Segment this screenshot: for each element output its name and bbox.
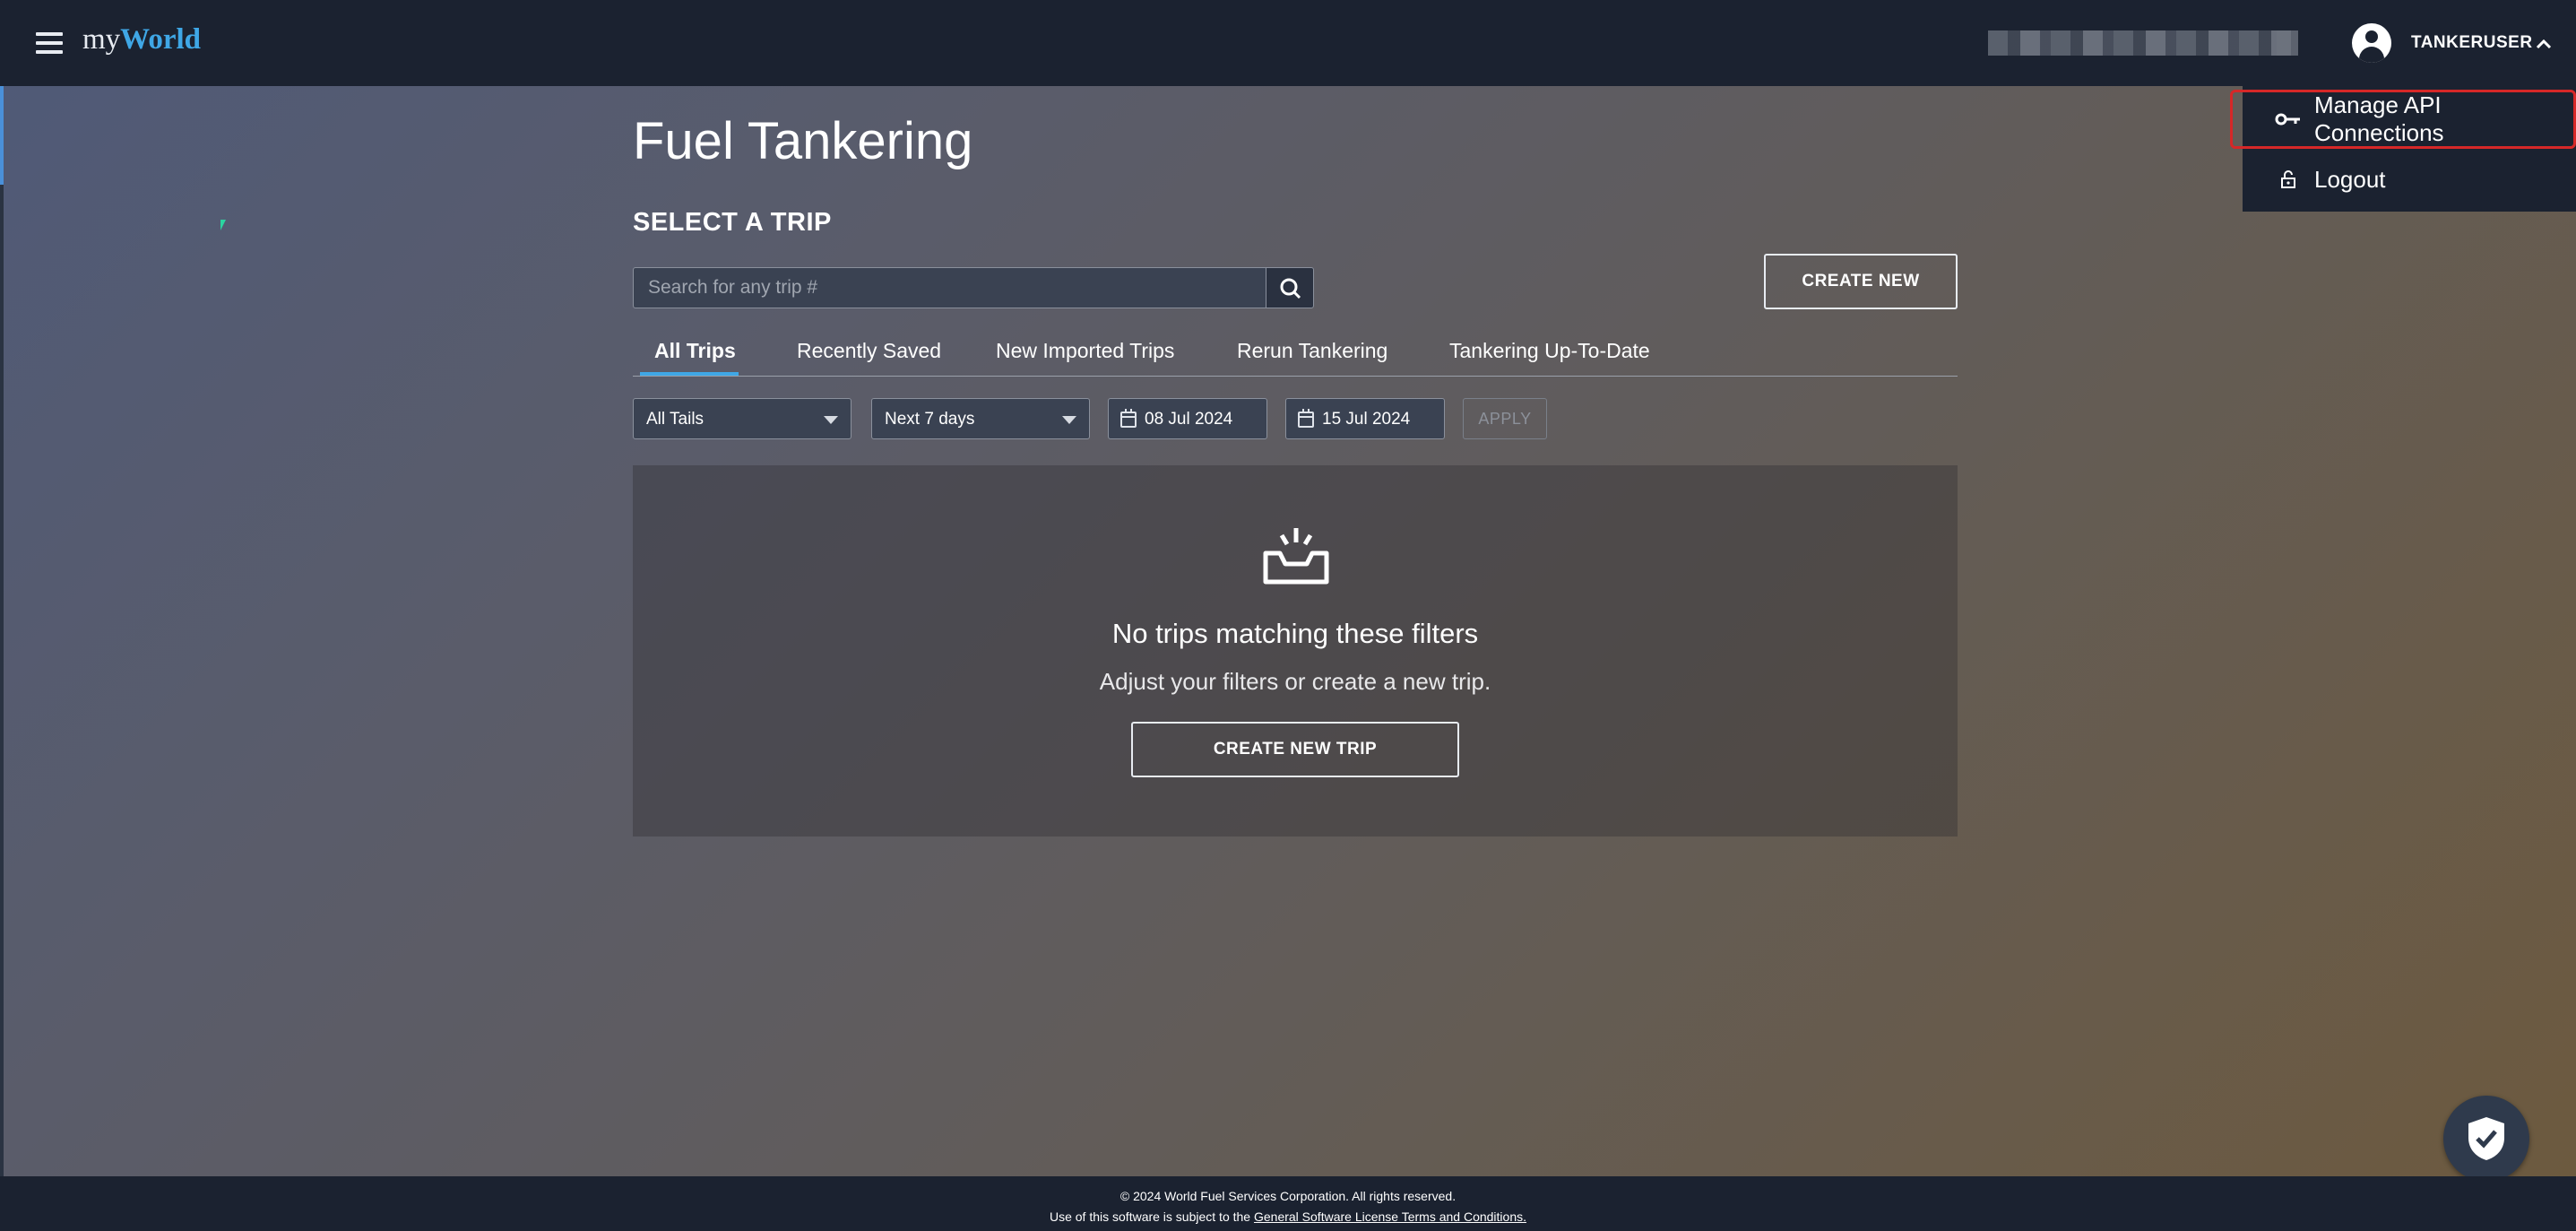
date-range-select[interactable]: Next 7 days [871,398,1090,439]
top-navigation-bar: myWorld TANKERUSER [0,0,2576,86]
footer-license-prefix: Use of this software is subject to the [1049,1209,1251,1224]
user-dropdown-menu: Manage API Connections Logout [2230,86,2576,212]
tab-rerun-tankering[interactable]: Rerun Tankering [1237,339,1387,363]
empty-inbox-icon [1263,528,1329,585]
left-edge-bar [0,86,4,1176]
section-title: SELECT A TRIP [633,208,832,237]
calendar-icon [1298,409,1314,428]
apply-filters-button[interactable]: APPLY [1463,398,1547,439]
empty-state-title: No trips matching these filters [1111,618,1479,649]
app-logo[interactable]: myWorld [82,23,201,56]
calendar-icon [1120,409,1137,428]
tab-all-trips[interactable]: All Trips [654,339,736,363]
lock-icon [2275,166,2302,193]
redacted-account-info [1988,30,2298,56]
page-title: Fuel Tankering [633,112,973,170]
key-icon [2275,106,2302,133]
create-new-trip-button[interactable]: CREATE NEW TRIP [1131,722,1459,777]
empty-state-subtitle: Adjust your filters or create a new trip… [1099,668,1491,695]
active-tab-indicator [640,372,739,376]
start-date-value: 08 Jul 2024 [1145,410,1233,429]
logo-suffix: World [120,23,202,56]
security-shield-button[interactable] [2443,1096,2529,1182]
footer-copyright: © 2024 World Fuel Services Corporation. … [1119,1189,1457,1203]
search-button[interactable] [1266,267,1314,308]
menu-item-label: Logout [2314,165,2386,193]
shield-check-icon [2468,1117,2504,1160]
left-edge-accent [0,86,4,185]
date-range-select-value: Next 7 days [885,410,975,429]
caret-down-icon [1062,416,1076,424]
chevron-up-icon[interactable] [2535,32,2553,56]
menu-item-manage-api-connections[interactable]: Manage API Connections [2230,90,2576,149]
page-footer: © 2024 World Fuel Services Corporation. … [0,1176,2576,1231]
trip-search-input[interactable] [633,267,1267,308]
tab-new-imported-trips[interactable]: New Imported Trips [996,339,1174,363]
trip-tabs: All Trips Recently Saved New Imported Tr… [633,328,1958,377]
empty-state-panel: No trips matching these filters Adjust y… [633,465,1958,837]
hamburger-menu-icon[interactable] [36,32,63,54]
menu-item-logout[interactable]: Logout [2243,149,2576,210]
search-icon [1280,278,1301,299]
menu-item-label: Manage API Connections [2314,91,2444,146]
logo-prefix: my [82,23,121,56]
user-avatar-icon[interactable] [2352,23,2391,63]
caret-down-icon [824,416,838,424]
mouse-cursor-icon [220,220,231,230]
tails-select[interactable]: All Tails [633,398,851,439]
start-date-field[interactable]: 08 Jul 2024 [1108,398,1267,439]
end-date-value: 15 Jul 2024 [1322,410,1411,429]
footer-license-line: Use of this software is subject to the G… [0,1209,2576,1224]
redacted-account-info-extra [2277,30,2298,56]
tab-tankering-up-to-date[interactable]: Tankering Up-To-Date [1449,339,1650,363]
tab-recently-saved[interactable]: Recently Saved [797,339,941,363]
create-new-button[interactable]: CREATE NEW [1764,254,1958,309]
end-date-field[interactable]: 15 Jul 2024 [1285,398,1445,439]
license-terms-link[interactable]: General Software License Terms and Condi… [1254,1209,1526,1224]
tails-select-value: All Tails [646,410,705,429]
username-label[interactable]: TANKERUSER [2411,33,2533,53]
